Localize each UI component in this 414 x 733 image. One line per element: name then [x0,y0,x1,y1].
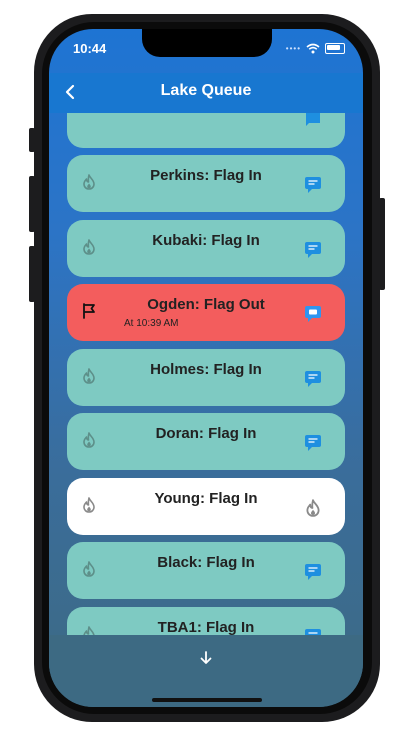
chat-icon[interactable] [304,176,322,194]
queue-row[interactable]: Black: Flag In [67,542,345,599]
queue-list[interactable]: Perkins: Flag In Kubaki: Flag In Ogden: Fl… [49,113,363,635]
bottom-bar [49,635,363,707]
chat-icon[interactable] [304,370,322,388]
scroll-down-button[interactable] [194,646,218,670]
cellular-icon: •••• [285,44,301,53]
chat-icon[interactable] [304,628,322,636]
chat-icon[interactable] [304,113,322,129]
side-button-volume-down [29,246,35,302]
notch [142,29,272,57]
side-button-mute [29,128,35,152]
queue-row[interactable]: Perkins: Flag In [67,155,345,212]
side-button-volume-up [29,176,35,232]
home-indicator [152,698,262,702]
arrow-down-icon [200,651,212,664]
chat-icon[interactable] [304,563,322,581]
queue-row[interactable]: Holmes: Flag In [67,348,345,406]
wifi-icon [306,43,320,54]
app-bar: Lake Queue [49,73,363,113]
side-button-power [379,198,385,290]
flame-icon[interactable] [304,498,322,517]
status-icons: •••• [286,43,345,54]
screen: 10:44 •••• Lake Queue Perkins: Flag In Ku… [49,29,363,707]
queue-row[interactable]: Kubaki: Flag In [67,219,345,277]
page-title: Lake Queue [160,82,252,99]
status-time: 10:44 [73,41,107,56]
battery-icon [325,43,345,54]
queue-row[interactable]: TBA1: Flag In [67,606,345,636]
queue-row-time: At 10:39 AM [124,318,179,329]
chat-icon[interactable] [304,305,322,323]
queue-row[interactable]: Young: Flag In [67,477,345,535]
queue-row-partial-top[interactable] [67,113,345,148]
queue-row[interactable]: Ogden: Flag Out At 10:39 AM [67,284,345,341]
chat-icon[interactable] [304,434,322,452]
chat-icon[interactable] [304,241,322,259]
queue-row[interactable]: Doran: Flag In [67,413,345,470]
